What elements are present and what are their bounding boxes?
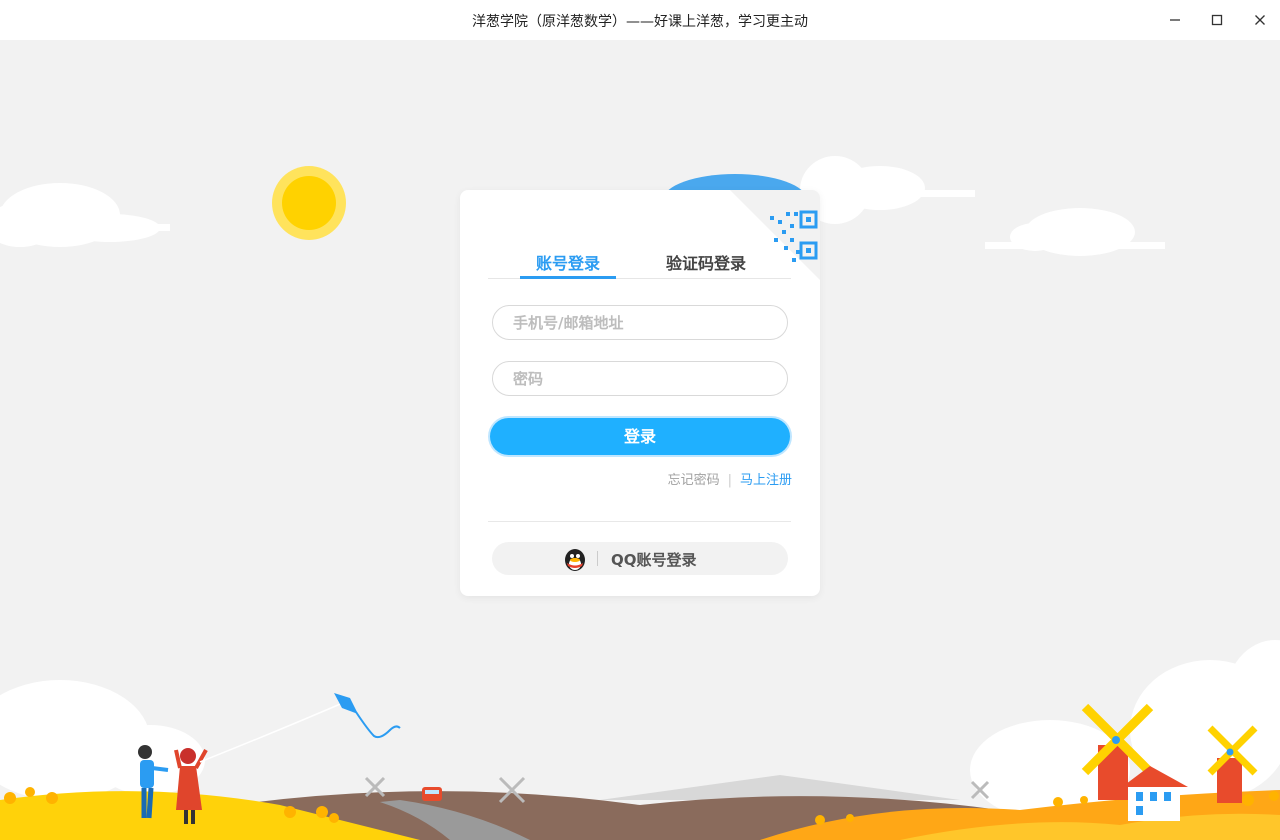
register-link[interactable]: 马上注册	[740, 473, 792, 488]
maximize-icon	[1211, 14, 1223, 26]
minimize-button[interactable]	[1160, 5, 1190, 35]
qq-login-button[interactable]: QQ账号登录	[492, 542, 788, 575]
qq-separator	[597, 551, 598, 566]
account-input[interactable]	[492, 305, 788, 340]
account-links: 忘记密码 | 马上注册	[668, 469, 792, 488]
close-icon	[1255, 15, 1265, 25]
divider	[488, 521, 791, 522]
qq-login-label: QQ账号登录	[611, 551, 697, 569]
minimize-icon	[1170, 19, 1180, 21]
login-card: 账号登录 验证码登录 登录 忘记密码 | 马上注册 QQ账号登录	[460, 190, 820, 596]
window-titlebar: 洋葱学院（原洋葱数学）——好课上洋葱，学习更主动	[0, 0, 1280, 40]
tab-code-login[interactable]: 验证码登录	[658, 250, 754, 278]
login-tabs: 账号登录 验证码登录	[488, 250, 791, 279]
bus-icon	[422, 787, 442, 801]
kite-icon	[334, 693, 401, 739]
cloud-icon	[0, 183, 170, 247]
cloud-icon	[985, 208, 1165, 256]
forgot-password-link[interactable]: 忘记密码	[668, 473, 720, 488]
link-separator: |	[727, 473, 732, 488]
qq-penguin-icon	[565, 549, 585, 571]
sun-icon	[272, 166, 346, 240]
login-button[interactable]: 登录	[490, 418, 790, 455]
maximize-button[interactable]	[1202, 5, 1232, 35]
window-title: 洋葱学院（原洋葱数学）——好课上洋葱，学习更主动	[472, 14, 808, 30]
password-input[interactable]	[492, 361, 788, 396]
close-button[interactable]	[1245, 5, 1275, 35]
tab-account-login[interactable]: 账号登录	[520, 250, 616, 279]
kite-string	[199, 701, 346, 763]
